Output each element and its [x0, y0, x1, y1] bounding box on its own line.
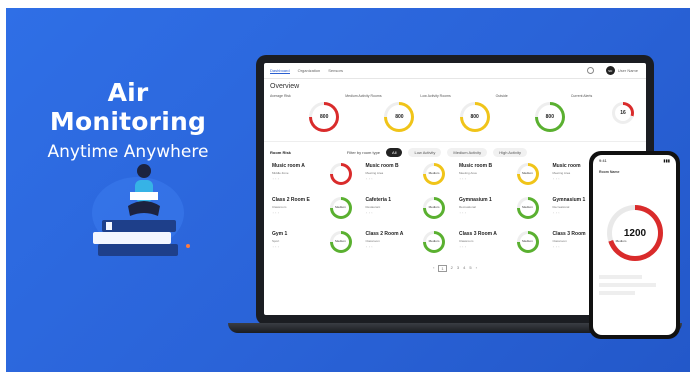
room-card[interactable]: Music room B Meeting Area ◔ ◔ ◔ Medium [459, 163, 545, 191]
overview-title: Overview [270, 83, 300, 90]
room-card[interactable]: Class 2 Room E Classroom ◔ ◔ ◔ Medium [272, 197, 358, 225]
help-icon[interactable] [587, 67, 594, 74]
gauge-ring: 800 [384, 102, 415, 132]
room-gauge: Medium [329, 231, 352, 253]
phone-details [599, 271, 670, 299]
room-card[interactable]: Gymnasium 1 Recreational ◔ ◔ ◔ Medium [459, 197, 545, 225]
tab-sensors[interactable]: Sensors [328, 68, 343, 73]
room-card[interactable]: Cafeteria 1 Restaurant ◔ ◔ ◔ Medium [366, 197, 452, 225]
filter-label: Filter by room type [346, 150, 381, 155]
page-2[interactable]: 2 [451, 265, 453, 272]
room-gauge: Medium [516, 231, 539, 253]
room-gauge: Medium [423, 231, 445, 253]
room-gauge [329, 163, 352, 185]
phone-risk-value: 1200 [623, 227, 647, 239]
reading-illustration [92, 164, 190, 256]
gauge-card[interactable]: Medium Activity Rooms 800 [345, 94, 415, 140]
phone-screen: 9:41 ▮▮▮ Room Name 1200 [593, 155, 676, 335]
gauge-card[interactable]: Low Activity Rooms 800 [420, 94, 490, 140]
room-state: Medium [335, 239, 346, 243]
phone-room-name: Room Name [599, 170, 620, 174]
detail-line [599, 275, 642, 279]
summary-gauges: Average Risk 800 Medium Activity Rooms 8… [264, 90, 646, 142]
gauge-card[interactable]: Average Risk 800 [270, 94, 340, 140]
gauge-value: 800 [470, 114, 479, 120]
room-state: Medium [522, 171, 533, 175]
room-gauge: Medium [329, 197, 352, 219]
gauge-label: Outside [495, 94, 508, 98]
gauge-label: Current Alerts [570, 94, 593, 98]
phone-status-bar: 9:41 ▮▮▮ [593, 155, 676, 166]
gauge-card[interactable]: Outside 800 [496, 94, 565, 140]
filter-high[interactable]: High Activity [493, 148, 527, 157]
page-next[interactable]: › [476, 265, 477, 272]
room-gauge: Medium [516, 197, 539, 219]
page-1[interactable]: 1 [438, 265, 447, 272]
detail-line [599, 291, 635, 295]
detail-line [599, 283, 656, 287]
signal-icon: ▮▮▮ [663, 158, 670, 163]
phone-mockup: 9:41 ▮▮▮ Room Name 1200 [589, 151, 680, 339]
gauge-label: Medium Activity Rooms [345, 94, 382, 98]
avatar: SD [605, 66, 615, 75]
room-state: Medium [522, 205, 533, 209]
gauge-ring: 800 [459, 102, 490, 132]
filter-medium[interactable]: Medium Activity [447, 148, 488, 157]
page-5[interactable]: 5 [469, 265, 471, 272]
alerts-ring: 16 [612, 102, 635, 124]
phone-time: 9:41 [599, 158, 607, 163]
room-state: Medium [428, 171, 440, 175]
headline-block: Air Monitoring Anytime Anywhere [28, 78, 228, 162]
alerts-card[interactable]: Current Alerts 16 [571, 94, 640, 140]
headline: Air Monitoring [49, 78, 207, 136]
tab-dashboard[interactable]: Dashboard [270, 68, 290, 74]
promo-banner: Air Monitoring Anytime Anywhere Dashboar… [6, 8, 690, 372]
room-card[interactable]: Class 2 Room A Classroom ◔ ◔ ◔ Medium [366, 231, 452, 259]
page-4[interactable]: 4 [463, 265, 465, 272]
room-state: Medium [522, 239, 533, 243]
room-gauge: Medium [516, 163, 539, 185]
gauge-ring: 800 [534, 102, 565, 132]
page-prev[interactable]: ‹ [433, 265, 434, 272]
room-card[interactable]: Class 3 Room A Classroom ◔ ◔ ◔ Medium [459, 231, 545, 259]
alerts-value: 16 [620, 110, 626, 116]
room-card[interactable]: Music room A Middle Zone ◔ ◔ ◔ [272, 163, 358, 191]
room-filters: Room Risk Filter by room type All Low Ac… [264, 142, 646, 159]
room-state: Medium [335, 205, 346, 209]
user-menu[interactable]: SD User Name [605, 66, 638, 75]
top-nav: Dashboard Organization Sensors SD User N… [264, 63, 646, 79]
gauge-value: 800 [545, 114, 554, 120]
filter-low[interactable]: Low Activity [408, 148, 442, 157]
room-state: Medium [428, 239, 440, 243]
room-card[interactable]: Gym 1 Sport ◔ ◔ ◔ Medium [272, 231, 358, 259]
rooms-title: Room Risk [270, 150, 291, 155]
phone-risk-ring: 1200 [607, 205, 663, 261]
gauge-label: Average Risk [270, 94, 291, 98]
user-name: User Name [617, 68, 638, 73]
gauge-label: Low Activity Rooms [420, 94, 451, 98]
room-gauge: Medium [423, 163, 445, 185]
gauge-value: 800 [320, 114, 329, 120]
room-state: Medium [428, 205, 440, 209]
filter-all[interactable]: All [386, 148, 403, 157]
room-gauge: Medium [423, 197, 445, 219]
room-state: Medium [615, 239, 627, 243]
gauge-value: 800 [395, 114, 404, 120]
gauge-ring: 800 [309, 102, 340, 132]
room-card[interactable]: Music room B Meeting Area ◔ ◔ ◔ Medium [366, 163, 452, 191]
tab-organization[interactable]: Organization [298, 68, 321, 73]
page-3[interactable]: 3 [457, 265, 459, 272]
